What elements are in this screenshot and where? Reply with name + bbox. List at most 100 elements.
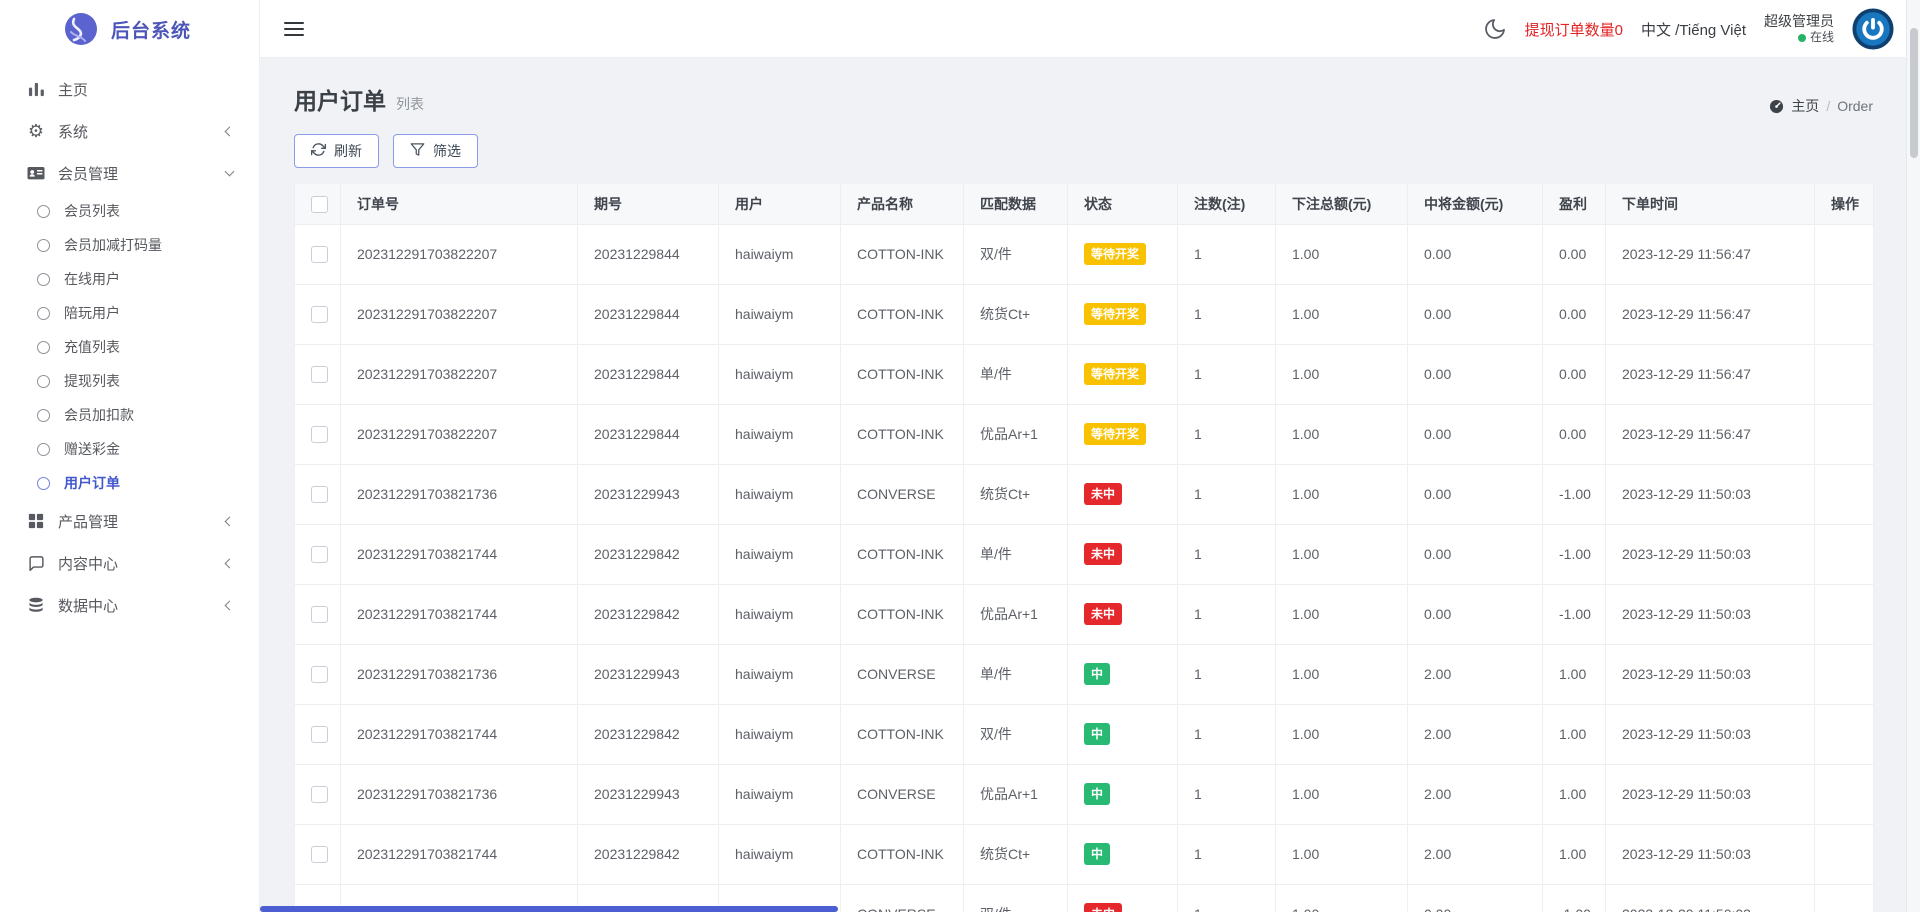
header-select-all-cell <box>294 184 341 225</box>
table-cell: 统货Ct+ <box>963 283 1068 345</box>
status-badge: 中 <box>1084 783 1111 805</box>
sidebar-item-提现列表[interactable]: 提现列表 <box>0 364 259 398</box>
table-cell: 20231229943 <box>577 763 719 825</box>
table-cell: COTTON-INK <box>840 283 964 345</box>
sidebar-item-内容中心[interactable]: 内容中心 <box>0 542 259 584</box>
status-badge: 未中 <box>1084 543 1123 565</box>
row-checkbox[interactable] <box>311 485 328 503</box>
table-cell: 1 <box>1177 763 1276 825</box>
row-checkbox[interactable] <box>311 365 328 383</box>
row-checkbox[interactable] <box>311 245 328 263</box>
row-checkbox[interactable] <box>311 785 328 803</box>
row-checkbox[interactable] <box>311 845 328 863</box>
sidebar-item-产品管理[interactable]: 产品管理 <box>0 500 259 542</box>
actions-cell <box>1814 463 1874 525</box>
online-status-label: 在线 <box>1809 30 1834 45</box>
table-cell: 1.00 <box>1275 823 1408 885</box>
actions-cell <box>1814 403 1874 465</box>
column-header: 订单号 <box>340 184 578 225</box>
circle-bullet-icon <box>37 238 50 252</box>
table-cell: COTTON-INK <box>840 703 964 765</box>
table-cell: 1 <box>1177 403 1276 465</box>
sidebar-item-label: 数据中心 <box>58 597 119 615</box>
sidebar-item-会员加扣款[interactable]: 会员加扣款 <box>0 398 259 432</box>
horizontal-scrollbar-thumb[interactable] <box>260 906 838 912</box>
language-switcher[interactable]: 中文 /Tiếng Việt <box>1641 19 1746 40</box>
refresh-button[interactable]: 刷新 <box>294 134 379 168</box>
gear-icon: ⚙ <box>27 121 45 141</box>
sidebar: 后台系统 主页 ⚙ 系统会员管理 会员列表会员加减打码量在线用户 陪玩用户 充值列表提现列… <box>0 0 260 912</box>
table-cell: 20231229844 <box>577 403 719 465</box>
app-logo-icon <box>64 12 98 46</box>
table-cell: -1.00 <box>1542 523 1606 585</box>
table-cell: 202312291703821744 <box>340 523 578 585</box>
table-cell: COTTON-INK <box>840 403 964 465</box>
table-cell: 优品Ar+1 <box>963 403 1068 465</box>
table-cell: 202312291703821736 <box>340 463 578 525</box>
actions-cell <box>1814 223 1874 285</box>
status-cell: 未中 <box>1067 463 1178 525</box>
user-info: 超级管理员 在线 <box>1764 13 1834 46</box>
table-cell: 1 <box>1177 583 1276 645</box>
vertical-scrollbar-thumb[interactable] <box>1910 28 1918 158</box>
row-select-cell <box>294 703 341 765</box>
table-cell: 20231229842 <box>577 823 719 885</box>
withdraw-order-count-link[interactable]: 提现订单数量0 <box>1525 19 1623 40</box>
row-select-cell <box>294 283 341 345</box>
table-cell: 1.00 <box>1275 223 1408 285</box>
row-checkbox[interactable] <box>311 725 328 743</box>
table-cell: 2023-12-29 11:50:03 <box>1605 583 1815 645</box>
filter-button[interactable]: 筛选 <box>393 134 478 168</box>
table-cell: 1.00 <box>1275 703 1408 765</box>
table-cell: 1.00 <box>1542 703 1606 765</box>
dark-mode-moon-icon[interactable] <box>1483 17 1507 41</box>
row-checkbox[interactable] <box>311 605 328 623</box>
column-header: 匹配数据 <box>963 184 1068 225</box>
row-checkbox[interactable] <box>311 545 328 563</box>
row-checkbox[interactable] <box>311 665 328 683</box>
breadcrumb-home[interactable]: 主页 <box>1791 96 1819 116</box>
table-cell: 1.00 <box>1275 343 1408 405</box>
sidebar-item-陪玩用户[interactable]: 陪玩用户 <box>0 296 259 330</box>
table-cell: CONVERSE <box>840 883 964 912</box>
table-cell: COTTON-INK <box>840 223 964 285</box>
sidebar-item-在线用户[interactable]: 在线用户 <box>0 262 259 296</box>
status-cell: 中 <box>1067 823 1178 885</box>
sidebar-item-会员管理[interactable]: 会员管理 <box>0 152 259 194</box>
column-header: 中将金额(元) <box>1407 184 1543 225</box>
row-select-cell <box>294 223 341 285</box>
row-select-cell <box>294 823 341 885</box>
table-cell: COTTON-INK <box>840 583 964 645</box>
table-cell: 0.00 <box>1542 403 1606 465</box>
row-checkbox[interactable] <box>311 305 328 323</box>
select-all-checkbox[interactable] <box>311 195 328 213</box>
circle-bullet-icon <box>37 204 50 218</box>
table-cell: 单/件 <box>963 343 1068 405</box>
menu-toggle-icon[interactable] <box>284 22 304 36</box>
logo-row[interactable]: 后台系统 <box>0 0 259 58</box>
sidebar-item-主页[interactable]: 主页 <box>0 68 259 110</box>
sidebar-item-会员列表[interactable]: 会员列表 <box>0 194 259 228</box>
row-checkbox[interactable] <box>311 425 328 443</box>
table-cell: COTTON-INK <box>840 523 964 585</box>
sidebar-item-label: 用户订单 <box>64 475 120 491</box>
vertical-scrollbar-track[interactable] <box>1906 0 1920 912</box>
column-header: 下注总额(元) <box>1275 184 1408 225</box>
table-row: 202312291703821744 20231229842 haiwaiym COT… <box>294 583 1874 645</box>
sidebar-item-系统[interactable]: ⚙ 系统 <box>0 110 259 152</box>
table-cell: 1 <box>1177 463 1276 525</box>
column-header: 注数(注) <box>1177 184 1276 225</box>
sidebar-item-用户订单[interactable]: 用户订单 <box>0 466 259 500</box>
sidebar-item-充值列表[interactable]: 充值列表 <box>0 330 259 364</box>
sidebar-item-赠送彩金[interactable]: 赠送彩金 <box>0 432 259 466</box>
table-cell: 1.00 <box>1275 583 1408 645</box>
sidebar-item-label: 会员加减打码量 <box>64 237 162 253</box>
sidebar-item-label: 系统 <box>58 123 89 141</box>
logout-power-button[interactable] <box>1852 8 1894 50</box>
sidebar-item-label: 提现列表 <box>64 373 120 389</box>
sidebar-item-label: 赠送彩金 <box>64 441 120 457</box>
table-cell: CONVERSE <box>840 643 964 705</box>
status-badge: 中 <box>1084 843 1111 865</box>
sidebar-item-数据中心[interactable]: 数据中心 <box>0 584 259 626</box>
sidebar-item-会员加减打码量[interactable]: 会员加减打码量 <box>0 228 259 262</box>
